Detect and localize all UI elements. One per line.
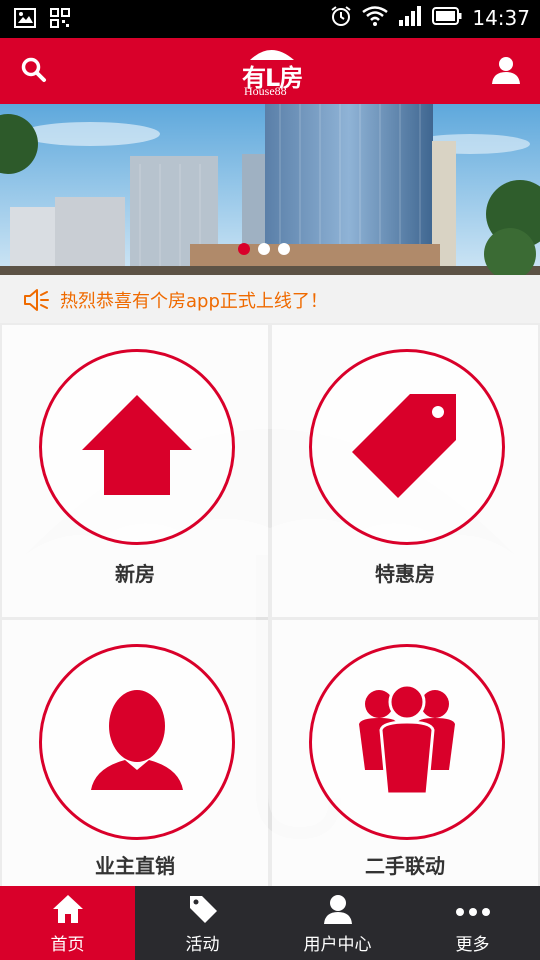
status-bar: 14:37	[0, 0, 540, 38]
nav-label: 用户中心	[303, 935, 372, 955]
search-icon	[21, 57, 47, 87]
home-icon	[52, 895, 83, 927]
announcement-bar[interactable]: 热烈恭喜有个房app正式上线了！	[0, 275, 540, 323]
tag-icon	[188, 894, 218, 928]
second-hand-linkage-tile[interactable]: 二手联动	[272, 620, 538, 886]
user-icon	[491, 56, 521, 88]
search-button[interactable]	[14, 52, 54, 92]
clock-time: 14:37	[472, 6, 530, 30]
banner-carousel[interactable]	[0, 104, 540, 275]
special-offer-tile[interactable]: 特惠房	[272, 325, 538, 617]
wifi-icon	[362, 6, 389, 30]
gallery-notification-icon	[14, 8, 36, 32]
nav-label: 首页	[50, 935, 85, 955]
logo-english-text: House88	[244, 84, 287, 98]
feature-grid: 新房 特惠房 业主直销 二手联动	[0, 323, 540, 886]
user-profile-button[interactable]	[486, 52, 526, 92]
speaker-icon	[22, 287, 50, 317]
nav-label: 活动	[185, 935, 220, 955]
carousel-dot-1[interactable]	[238, 243, 250, 255]
app-logo: 有L房 House88	[236, 44, 306, 100]
carousel-dot-2[interactable]	[258, 243, 270, 255]
nav-user-center[interactable]: 用户中心	[270, 886, 405, 960]
house-icon	[82, 395, 192, 499]
signal-icon	[398, 6, 422, 30]
nav-activities[interactable]: 活动	[135, 886, 270, 960]
price-tag-icon	[352, 390, 462, 504]
group-icon	[357, 683, 457, 800]
app-header: 有L房 House88	[0, 38, 540, 104]
nav-home[interactable]: 首页	[0, 886, 135, 960]
tile-label: 新房	[115, 562, 155, 586]
apps-notification-icon	[50, 8, 70, 32]
owner-direct-sale-tile[interactable]: 业主直销	[2, 620, 268, 886]
carousel-dot-3[interactable]	[278, 243, 290, 255]
bottom-navigation: 首页 活动 用户中心 更多	[0, 886, 540, 960]
nav-more[interactable]: 更多	[405, 886, 540, 960]
more-icon	[455, 902, 491, 921]
announcement-text: 热烈恭喜有个房app正式上线了！	[60, 291, 328, 312]
battery-icon	[432, 7, 462, 29]
tile-label: 特惠房	[375, 562, 435, 586]
alarm-icon	[330, 5, 352, 31]
person-icon	[87, 690, 187, 794]
carousel-indicators	[238, 243, 290, 255]
nav-label: 更多	[455, 935, 490, 955]
user-icon	[323, 894, 353, 928]
tile-label: 二手联动	[365, 854, 445, 878]
new-house-tile[interactable]: 新房	[2, 325, 268, 617]
tile-label: 业主直销	[95, 854, 175, 878]
